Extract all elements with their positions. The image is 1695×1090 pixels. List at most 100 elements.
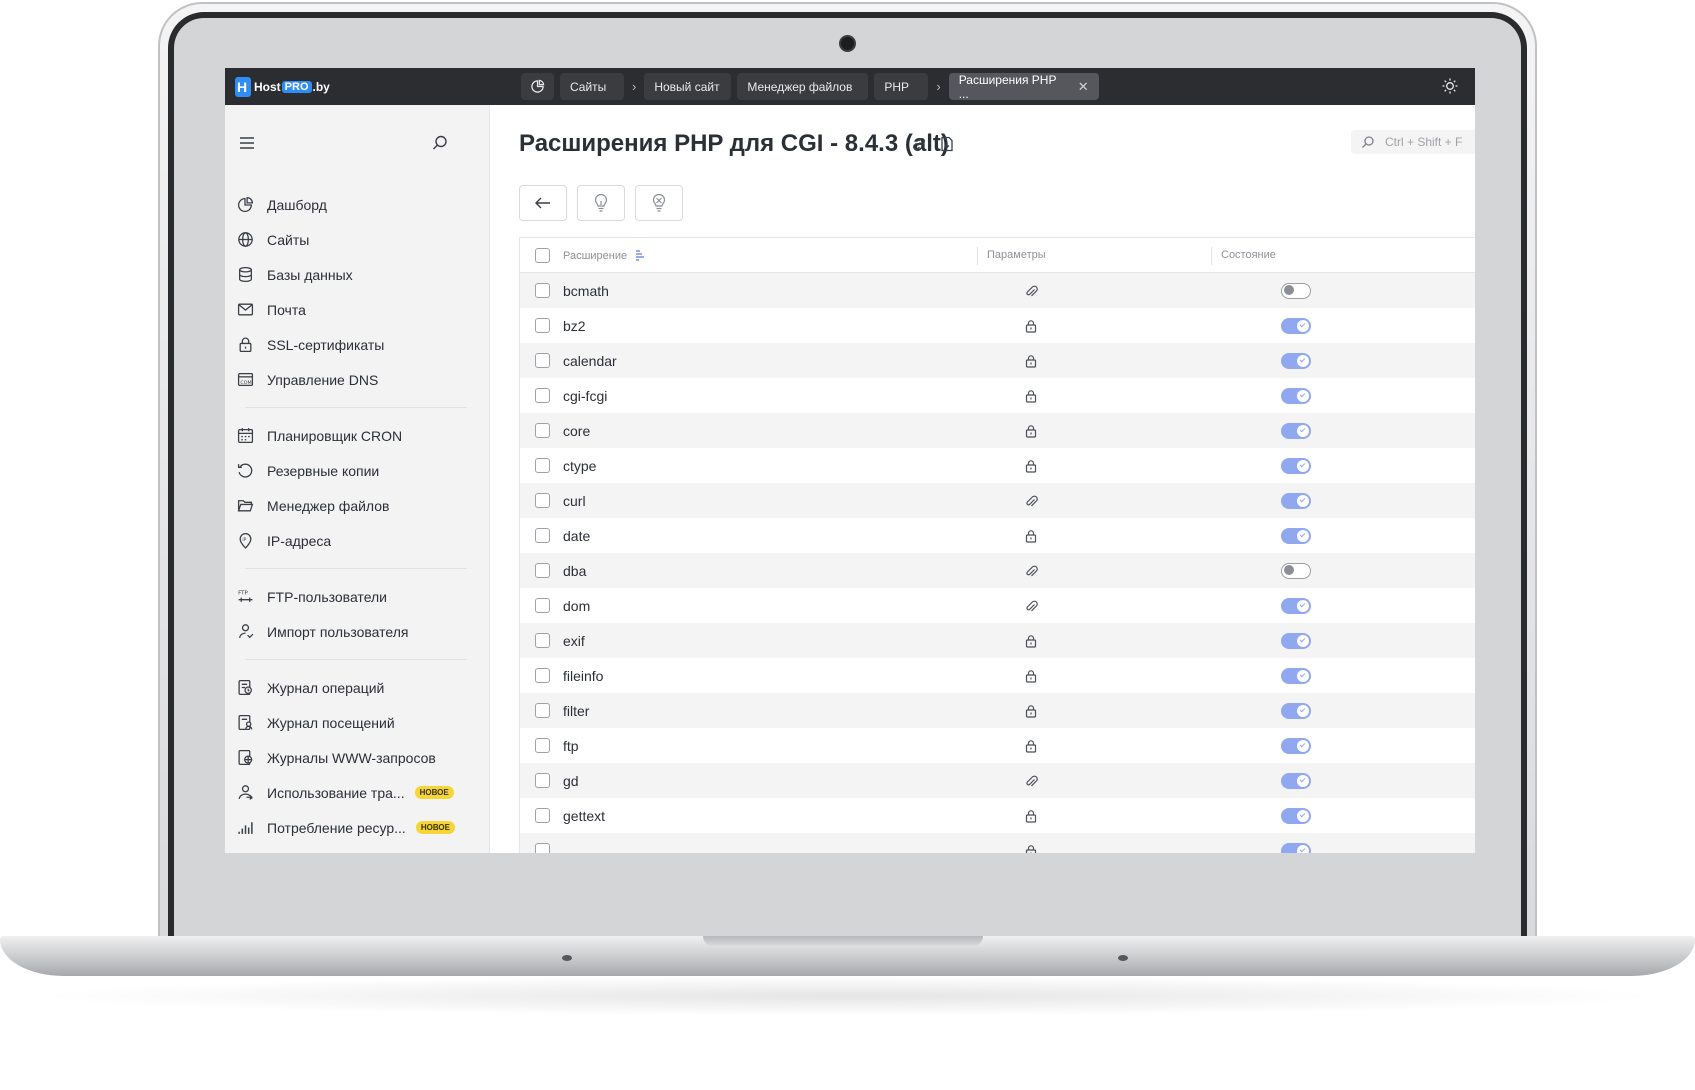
row-checkbox[interactable]: [535, 598, 550, 613]
paperclip-icon[interactable]: [1024, 494, 1038, 508]
breadcrumb-sites[interactable]: Сайты: [560, 73, 624, 100]
state-toggle[interactable]: [1281, 317, 1311, 334]
sort-icon[interactable]: [634, 249, 646, 261]
lock-icon: [1025, 809, 1037, 823]
sidebar-item-traffic[interactable]: Использование тра... НОВОЕ: [237, 775, 475, 810]
table-row[interactable]: bcmath: [520, 273, 1475, 308]
row-checkbox[interactable]: [535, 388, 550, 403]
laptop-foot: [1118, 955, 1128, 961]
state-toggle[interactable]: [1281, 737, 1311, 754]
sun-icon[interactable]: [1441, 77, 1459, 95]
row-checkbox[interactable]: [535, 318, 550, 333]
row-checkbox[interactable]: [535, 843, 550, 853]
row-checkbox[interactable]: [535, 423, 550, 438]
row-checkbox[interactable]: [535, 738, 550, 753]
breadcrumb-new-site[interactable]: Новый сайт: [644, 73, 732, 100]
breadcrumb-home[interactable]: [521, 73, 554, 100]
table-row[interactable]: [520, 833, 1475, 853]
row-checkbox[interactable]: [535, 353, 550, 368]
state-toggle[interactable]: [1281, 807, 1311, 824]
state-toggle[interactable]: [1281, 597, 1311, 614]
row-checkbox[interactable]: [535, 458, 550, 473]
enable-button[interactable]: [577, 185, 625, 221]
state-toggle[interactable]: [1281, 702, 1311, 719]
sidebar-item-backups[interactable]: Резервные копии: [237, 453, 475, 488]
table-row[interactable]: core: [520, 413, 1475, 448]
paperclip-icon[interactable]: [1024, 774, 1038, 788]
sidebar-item-resources[interactable]: Потребление ресур... НОВОЕ: [237, 810, 475, 845]
table-row[interactable]: curl: [520, 483, 1475, 518]
state-toggle[interactable]: [1281, 842, 1311, 853]
row-checkbox[interactable]: [535, 528, 550, 543]
table-row[interactable]: gd: [520, 763, 1475, 798]
sidebar-item-operations-log[interactable]: Журнал операций: [237, 670, 475, 705]
table-row[interactable]: date: [520, 518, 1475, 553]
search-icon[interactable]: [430, 133, 450, 153]
sidebar-item-visits-log[interactable]: Журнал посещений: [237, 705, 475, 740]
sidebar-item-ssl[interactable]: SSL-сертификаты: [237, 327, 475, 362]
breadcrumb-php-extensions[interactable]: Расширения PHP ... ✕: [948, 73, 1099, 101]
table-row[interactable]: filter: [520, 693, 1475, 728]
global-search[interactable]: Ctrl + Shift + F: [1351, 130, 1475, 154]
link-icon[interactable]: [910, 135, 928, 153]
select-all-checkbox[interactable]: [535, 247, 550, 263]
state-toggle[interactable]: [1281, 562, 1311, 579]
table-row[interactable]: ftp: [520, 728, 1475, 763]
sidebar-item-file-manager[interactable]: Менеджер файлов: [237, 488, 475, 523]
state-toggle[interactable]: [1281, 492, 1311, 509]
sidebar-item-www-logs[interactable]: Журналы WWW-запросов: [237, 740, 475, 775]
paperclip-icon[interactable]: [1024, 564, 1038, 578]
row-checkbox[interactable]: [535, 808, 550, 823]
screen: Host PRO .by Сайты › Новый сайт Менеджер…: [225, 68, 1475, 853]
close-icon[interactable]: ✕: [1078, 79, 1089, 95]
sidebar-item-dashboard[interactable]: Дашборд: [237, 187, 475, 222]
breadcrumb-file-manager[interactable]: Менеджер файлов: [737, 73, 869, 100]
row-checkbox[interactable]: [535, 563, 550, 578]
disable-button[interactable]: [635, 185, 683, 221]
sidebar-item-user-import[interactable]: Импорт пользователя: [237, 614, 475, 649]
state-toggle[interactable]: [1281, 632, 1311, 649]
paperclip-icon[interactable]: [1024, 599, 1038, 613]
sidebar-item-mail[interactable]: Почта: [237, 292, 475, 327]
table-row[interactable]: cgi-fcgi: [520, 378, 1475, 413]
sidebar-item-ip[interactable]: IP IP-адреса: [237, 523, 475, 558]
row-checkbox[interactable]: [535, 633, 550, 648]
sidebar-item-cron[interactable]: Планировщик CRON: [237, 418, 475, 453]
lock-icon: [1025, 529, 1037, 543]
state-toggle[interactable]: [1281, 667, 1311, 684]
table-row[interactable]: fileinfo: [520, 658, 1475, 693]
table-row[interactable]: exif: [520, 623, 1475, 658]
sidebar-item-ftp-users[interactable]: FTP FTP-пользователи: [237, 579, 475, 614]
back-button[interactable]: [519, 185, 567, 221]
menu-icon[interactable]: [237, 133, 257, 153]
sidebar-item-sites[interactable]: Сайты: [237, 222, 475, 257]
table-row[interactable]: dba: [520, 553, 1475, 588]
state-toggle[interactable]: [1281, 282, 1311, 299]
sidebar-item-databases[interactable]: Базы данных: [237, 257, 475, 292]
breadcrumb-php[interactable]: PHP: [874, 73, 929, 100]
state-toggle[interactable]: [1281, 527, 1311, 544]
sidebar-item-dns[interactable]: COM Управление DNS: [237, 362, 475, 397]
pie-chart-icon: [237, 196, 254, 213]
table-row[interactable]: calendar: [520, 343, 1475, 378]
row-checkbox[interactable]: [535, 283, 550, 298]
table-row[interactable]: ctype: [520, 448, 1475, 483]
table-row[interactable]: dom: [520, 588, 1475, 623]
download-doc-icon[interactable]: [938, 135, 956, 153]
sidebar-divider: [245, 568, 467, 569]
row-checkbox[interactable]: [535, 703, 550, 718]
column-header-extension[interactable]: Расширение: [563, 249, 646, 262]
state-toggle[interactable]: [1281, 422, 1311, 439]
row-checkbox[interactable]: [535, 773, 550, 788]
table-row[interactable]: gettext: [520, 798, 1475, 833]
row-checkbox[interactable]: [535, 668, 550, 683]
paperclip-icon[interactable]: [1024, 284, 1038, 298]
state-toggle[interactable]: [1281, 772, 1311, 789]
row-checkbox[interactable]: [535, 493, 550, 508]
table-row[interactable]: bz2: [520, 308, 1475, 343]
logo[interactable]: Host PRO .by: [235, 77, 330, 97]
state-toggle[interactable]: [1281, 457, 1311, 474]
state-toggle[interactable]: [1281, 352, 1311, 369]
state-toggle[interactable]: [1281, 387, 1311, 404]
extension-name: dom: [563, 597, 591, 614]
